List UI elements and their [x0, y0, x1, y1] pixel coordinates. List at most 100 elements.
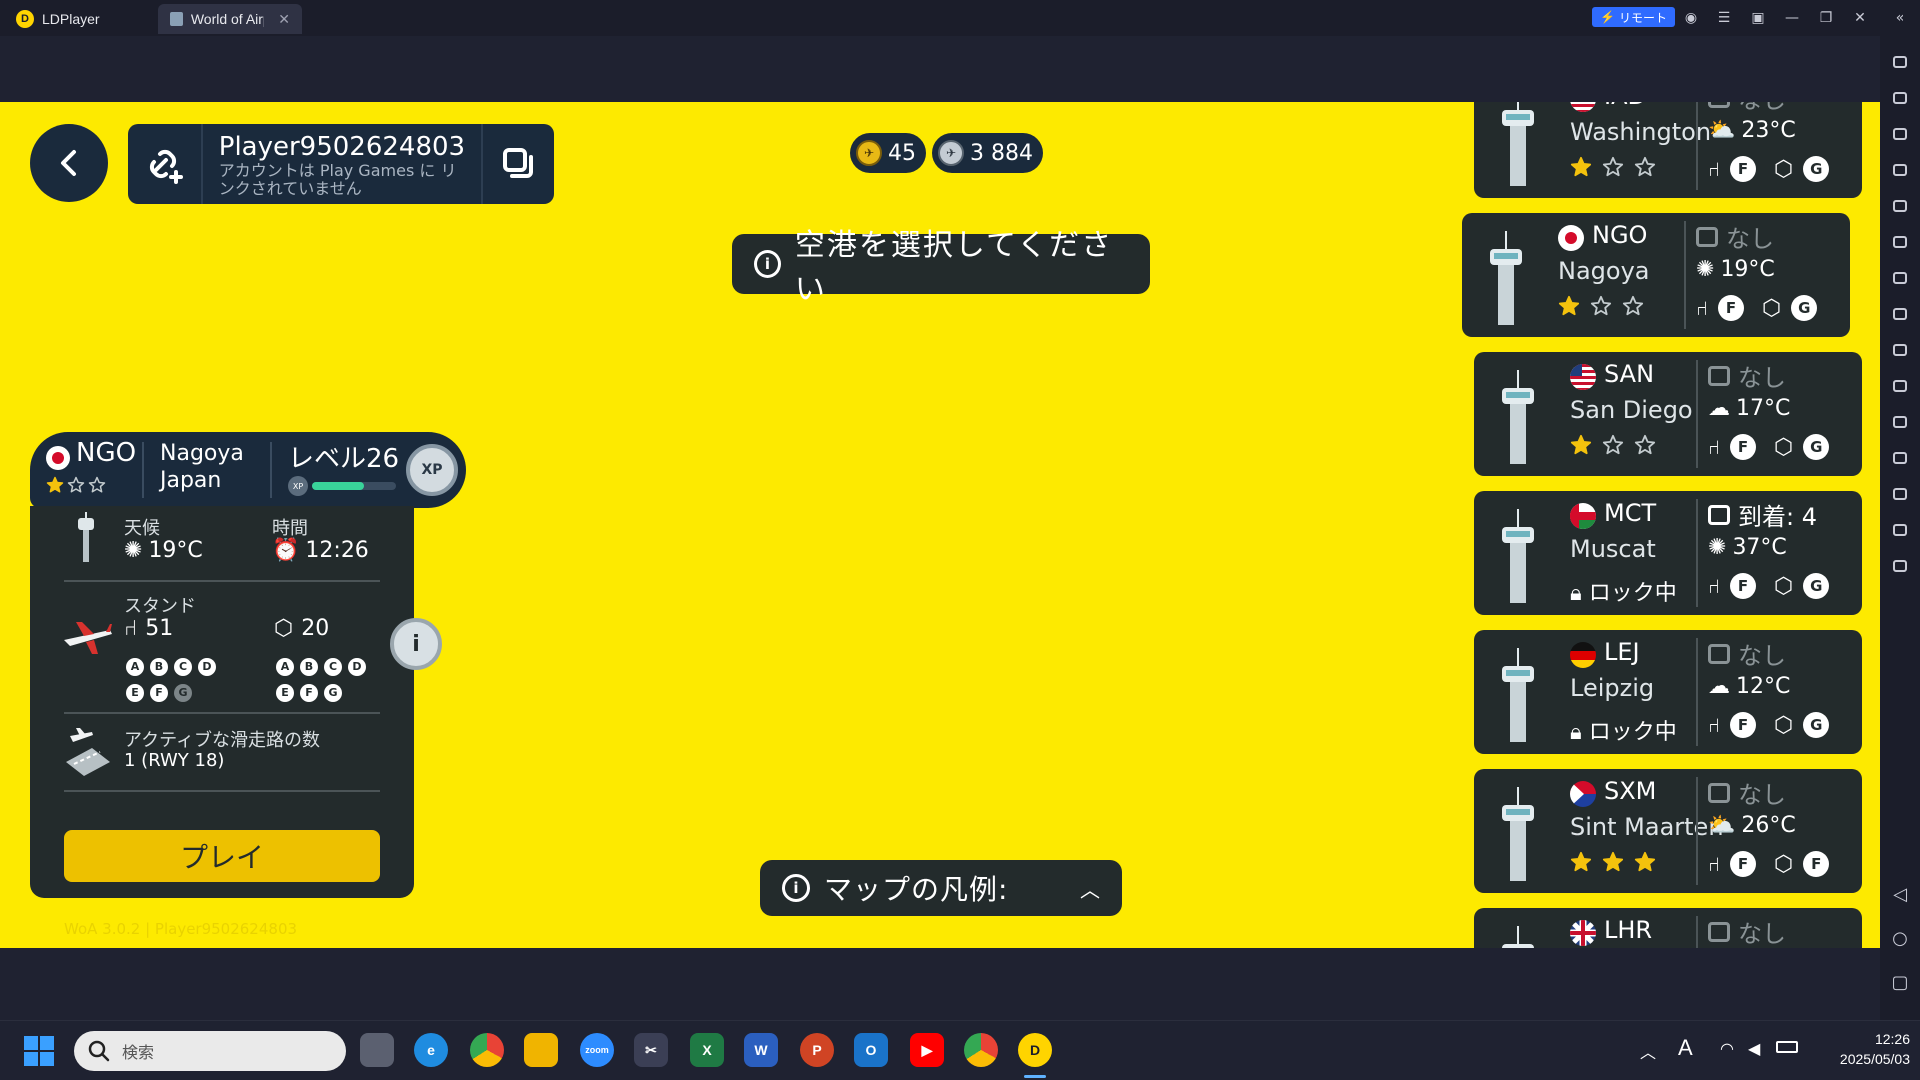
cargo-grade-badge: G — [1803, 712, 1830, 738]
keyboard-icon[interactable] — [1890, 88, 1910, 108]
airport-card-sxm[interactable]: SXM Sint Maarten なし ⛅ 26°C ⑁ F ⬡ F — [1474, 769, 1862, 893]
powerpoint-icon[interactable]: P — [800, 1033, 834, 1067]
fullscreen-icon[interactable] — [1890, 196, 1910, 216]
restore-icon[interactable]: ❐ — [1816, 8, 1836, 28]
folder-icon[interactable] — [1890, 484, 1910, 504]
android-home-icon[interactable]: ○ — [1890, 928, 1910, 949]
scissors-icon[interactable] — [1890, 340, 1910, 360]
excel-icon[interactable]: X — [690, 1033, 724, 1067]
snipping-tool-icon[interactable]: ✂ — [634, 1033, 668, 1067]
search-icon — [88, 1040, 110, 1062]
silver-currency[interactable]: ✈ 3 884 — [932, 133, 1043, 173]
chrome-profile-icon[interactable] — [964, 1033, 998, 1067]
passenger-seat-icon: ⑁ — [1708, 157, 1720, 181]
weather-value: 37°C — [1732, 535, 1787, 560]
calendar-plus-icon — [1708, 921, 1730, 942]
grade-f-badge: F — [300, 684, 318, 702]
remote-button[interactable]: ⚡ リモート — [1592, 7, 1675, 27]
grade-g-badge: G — [324, 684, 342, 702]
arrivals-info: なし — [1708, 102, 1786, 115]
passenger-grades: ABCD EFG — [126, 652, 236, 704]
taskbar-search-box[interactable]: 検索 — [74, 1031, 346, 1071]
airport-info-button[interactable]: i — [390, 618, 442, 670]
battery-icon[interactable] — [1776, 1041, 1798, 1053]
back-button[interactable] — [30, 124, 108, 202]
airport-card-lej[interactable]: LEJ Leipzig 🔒︎ ロック中 なし ☁ 12°C ⑁ F ⬡ G — [1474, 630, 1862, 754]
ldplayer-taskbar-icon[interactable]: D — [1018, 1033, 1052, 1067]
airport-card-ngo[interactable]: NGO Nagoya なし ✺ 19°C ⑁ F ⬡ G — [1462, 213, 1850, 337]
lightning-icon: ⚡ — [1600, 10, 1615, 24]
youtube-icon[interactable]: ▶ — [910, 1033, 944, 1067]
ime-indicator[interactable]: A — [1678, 1035, 1693, 1061]
map-legend-bar[interactable]: i マップの凡例: ︿ — [760, 860, 1122, 916]
close-tab-icon[interactable]: ✕ — [278, 11, 290, 28]
wifi-icon[interactable]: ◠ — [1720, 1039, 1734, 1058]
weather-value: 19°C — [148, 538, 203, 563]
chevron-up-tray-icon[interactable]: ︿ — [1640, 1039, 1656, 1063]
location-icon[interactable] — [1890, 520, 1910, 540]
minimize-icon[interactable]: — — [1782, 8, 1802, 28]
chrome-icon[interactable] — [470, 1033, 504, 1067]
edge-browser-icon[interactable]: e — [414, 1033, 448, 1067]
copy-id-button[interactable] — [481, 124, 554, 204]
grade-f-badge: F — [150, 684, 168, 702]
menu-icon[interactable]: ☰ — [1714, 8, 1734, 28]
link-account-button[interactable] — [128, 124, 203, 204]
cargo-stands-value: 20 — [301, 616, 330, 641]
windows-start-icon[interactable] — [24, 1036, 54, 1066]
shake-icon[interactable] — [1890, 448, 1910, 468]
weather-value: 19°C — [1720, 257, 1775, 282]
collapse-sidebar-icon[interactable]: « — [1890, 8, 1910, 28]
outlook-icon[interactable]: O — [854, 1033, 888, 1067]
apk-icon[interactable] — [1890, 412, 1910, 432]
more-icon[interactable] — [1890, 556, 1910, 576]
cargo-box-icon: ⬡ — [1774, 434, 1794, 460]
settings-icon[interactable] — [1890, 52, 1910, 72]
close-window-icon[interactable]: ✕ — [1850, 8, 1870, 28]
arrivals-value: 到着: 4 — [1738, 503, 1817, 531]
airport-card-lhr[interactable]: LHR なし — [1474, 908, 1862, 948]
account-icon[interactable]: ◉ — [1681, 8, 1701, 28]
file-explorer-icon[interactable] — [524, 1033, 558, 1067]
cargo-box-icon: ⬡ — [1774, 851, 1794, 877]
star-filled-icon — [1602, 851, 1624, 873]
sync-icon[interactable] — [1890, 232, 1910, 252]
game-viewport[interactable]: Player9502624803 アカウントは Play Games に リンク… — [0, 102, 1880, 948]
silver-coin-icon: ✈ — [938, 140, 964, 166]
airport-card-iad[interactable]: IADWashingtonなし⛅23°C⑁F⬡G — [1474, 102, 1862, 198]
capabilities: ⑁ F ⬡ G — [1708, 573, 1830, 599]
multi-instance-icon[interactable] — [1890, 268, 1910, 288]
airport-code: LHR — [1604, 916, 1653, 944]
airport-card-mct[interactable]: MCT Muscat 🔒︎ ロック中 到着: 4 ✺ 37°C ⑁ F ⬡ G — [1474, 491, 1862, 615]
gold-currency[interactable]: ✈ 45 — [850, 133, 926, 173]
airport-card-san[interactable]: SAN San Diego なし ☁ 17°C ⑁ F ⬡ G — [1474, 352, 1862, 476]
airport-code: IAD — [1604, 102, 1646, 110]
xp-badge[interactable]: XP — [406, 444, 458, 496]
play-button[interactable]: プレイ — [64, 830, 380, 882]
windows-taskbar: 検索 e zoom ✂ X W P O ▶ D ︿ A ◠ ◀ 12:26 20… — [0, 1020, 1920, 1080]
speaker-icon[interactable]: ◀ — [1748, 1039, 1760, 1058]
grade-b-badge: B — [300, 658, 318, 676]
tab-world-of-airports[interactable]: World of Airp... ✕ — [158, 4, 302, 34]
task-view-icon[interactable] — [360, 1033, 394, 1067]
lock-label: ロック中 — [1588, 581, 1677, 606]
capabilities: ⑁ F ⬡ G — [1696, 295, 1818, 321]
info-icon: i — [754, 250, 781, 278]
chevron-left-icon — [61, 150, 76, 176]
record-icon[interactable] — [1890, 376, 1910, 396]
android-recents-icon[interactable]: ▢ — [1890, 972, 1910, 993]
passenger-grade-badge: F — [1730, 573, 1756, 599]
android-back-icon[interactable]: ◁ — [1890, 884, 1910, 905]
zoom-icon[interactable]: zoom — [580, 1033, 614, 1067]
word-icon[interactable]: W — [744, 1033, 778, 1067]
screen-icon[interactable]: ▣ — [1748, 8, 1768, 28]
flag-us-icon — [1570, 364, 1596, 390]
grade-g-badge: G — [174, 684, 192, 702]
taskbar-clock[interactable]: 12:26 2025/05/03 — [1810, 1029, 1910, 1069]
weather-info: ✺ 37°C — [1708, 535, 1787, 560]
volume-down-icon[interactable] — [1890, 160, 1910, 180]
volume-up-icon[interactable] — [1890, 124, 1910, 144]
macro-icon[interactable] — [1890, 304, 1910, 324]
arrivals-info: なし — [1708, 358, 1786, 393]
tab-ldplayer[interactable]: D LDPlayer — [4, 4, 112, 34]
